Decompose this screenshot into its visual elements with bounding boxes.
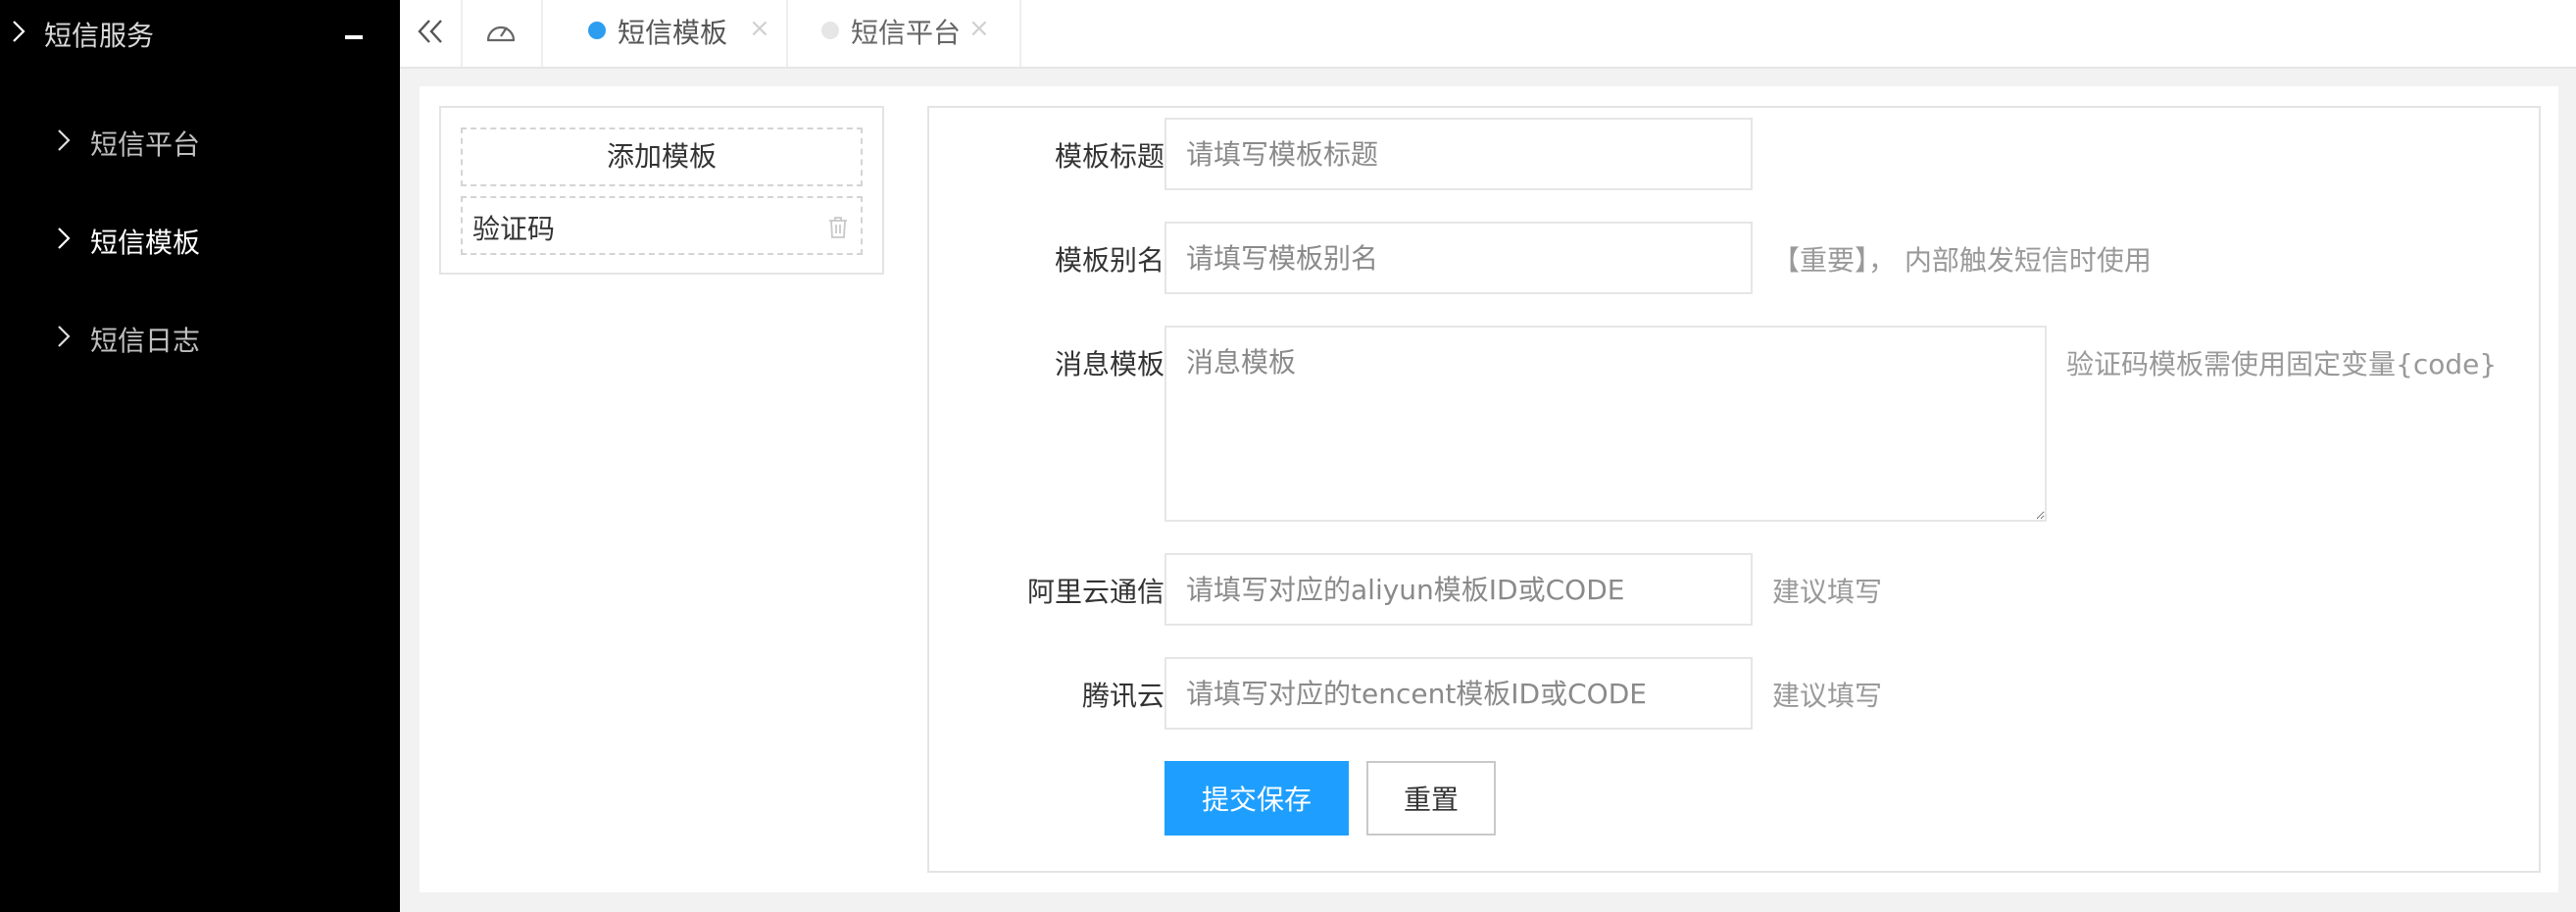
- chevron-right-icon: [57, 325, 71, 348]
- minus-icon[interactable]: [345, 35, 363, 39]
- sidebar-group-sms-service[interactable]: 短信服务: [0, 0, 400, 69]
- chevron-right-icon: [12, 20, 25, 43]
- sidebar-item-sms-platform[interactable]: 短信平台: [0, 108, 400, 177]
- message-hint: 验证码模板需使用固定变量{code}: [2066, 348, 2498, 380]
- template-form: 模板标题 模板别名 【重要】， 内部触发短信时使用 消息模板 验证码模板需使用固…: [927, 106, 2541, 873]
- sidebar-group-label: 短信服务: [44, 20, 155, 52]
- sidebar-item-sms-log[interactable]: 短信日志: [0, 304, 400, 373]
- home-dashboard-button[interactable]: [461, 0, 543, 67]
- sidebar-item-sms-template[interactable]: 短信模板: [0, 206, 400, 275]
- template-list: 添加模板 验证码: [439, 106, 884, 275]
- tab-sms-platform[interactable]: 短信平台 ×: [786, 0, 1021, 67]
- double-chevron-left-icon: [416, 17, 445, 50]
- main-content: 添加模板 验证码 模板标题 模板别名 【重要】， 内部触发短信时使用 消息模板 …: [420, 86, 2558, 892]
- inactive-dot-icon: [821, 22, 839, 39]
- active-dot-icon: [588, 22, 606, 39]
- template-item-name: 验证码: [472, 213, 556, 245]
- alias-input[interactable]: [1164, 222, 1753, 294]
- sidebar: 短信服务 短信平台 短信模板 短信日志: [0, 0, 400, 912]
- title-input[interactable]: [1164, 118, 1753, 190]
- aliyun-code-input[interactable]: [1164, 553, 1753, 626]
- aliyun-label: 阿里云通信: [1026, 576, 1164, 608]
- tab-sms-template[interactable]: 短信模板 ×: [541, 0, 788, 67]
- message-textarea[interactable]: [1164, 326, 2047, 522]
- submit-save-button[interactable]: 提交保存: [1164, 761, 1349, 836]
- trash-icon[interactable]: [827, 216, 849, 243]
- chevron-right-icon: [57, 227, 71, 250]
- sidebar-item-label: 短信日志: [90, 325, 201, 357]
- close-icon[interactable]: ×: [749, 14, 770, 43]
- collapse-sidebar-button[interactable]: [400, 0, 463, 67]
- add-template-button[interactable]: 添加模板: [461, 127, 863, 186]
- dashboard-gauge-icon: [484, 17, 518, 50]
- tab-label: 短信模板: [618, 17, 728, 49]
- sidebar-item-label: 短信模板: [90, 227, 201, 259]
- alias-hint: 【重要】， 内部触发短信时使用: [1772, 244, 2152, 277]
- chevron-right-icon: [57, 128, 71, 152]
- tab-bar: 短信模板 × 短信平台 ×: [400, 0, 2576, 69]
- title-label: 模板标题: [1054, 140, 1164, 173]
- message-label: 消息模板: [1054, 348, 1164, 380]
- aliyun-hint: 建议填写: [1772, 576, 1883, 608]
- tab-label: 短信平台: [851, 17, 962, 49]
- sidebar-item-label: 短信平台: [90, 128, 201, 161]
- reset-button[interactable]: 重置: [1366, 761, 1496, 836]
- tencent-label: 腾讯云: [1081, 680, 1164, 712]
- alias-label: 模板别名: [1054, 244, 1164, 277]
- tencent-code-input[interactable]: [1164, 657, 1753, 730]
- template-item[interactable]: 验证码: [461, 196, 863, 255]
- close-icon[interactable]: ×: [968, 14, 990, 43]
- tencent-hint: 建议填写: [1772, 680, 1883, 712]
